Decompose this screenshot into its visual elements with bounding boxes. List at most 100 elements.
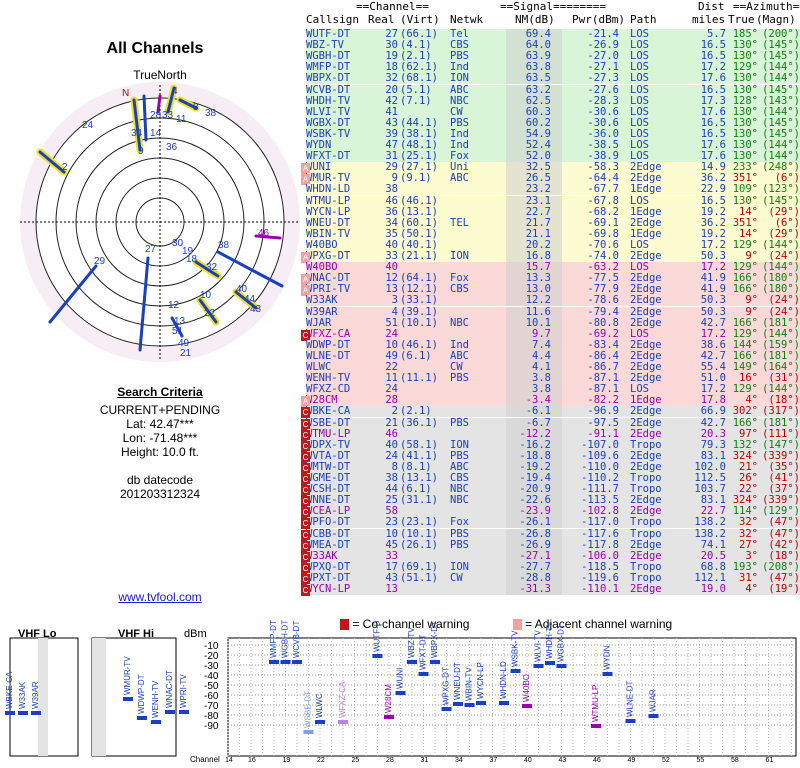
callsign: W33AK <box>306 294 338 307</box>
nm-db: -12.2 <box>519 427 551 440</box>
channel-tick: 14 <box>225 757 233 764</box>
station-label: WMUR-TV <box>123 656 132 695</box>
distance: 66.9 <box>700 405 726 418</box>
virtual-channel: (13.1) <box>400 205 438 218</box>
tvfool-link[interactable]: www.tvfool.com <box>80 590 240 604</box>
power-dbm: -117.0 <box>581 516 619 529</box>
dbm-label: dBm <box>184 628 207 640</box>
path: 2Edge <box>630 583 662 595</box>
table-row: WYCN-LP 36 (13.1) 22.7 -68.2 1Edge 19.2 14° (29°… <box>306 205 800 218</box>
station-label: WFXT-DT <box>419 634 428 670</box>
criteria-line: Height: 10.0 ft. <box>120 445 200 459</box>
station-label: WTMU-LP <box>591 685 600 722</box>
path: LOS <box>630 94 649 107</box>
real-channel: 38 <box>385 183 398 196</box>
channel-tick: 52 <box>662 757 670 764</box>
path: 2Edge <box>630 294 662 307</box>
header-path: Path <box>630 13 657 26</box>
criteria-line <box>40 459 280 473</box>
table-row: W33AK 3 (33.1) 12.2 -78.6 2Edge 50.3 9° (24°) <box>306 294 800 307</box>
azimuth-true: 32° <box>739 516 758 529</box>
azimuth-magn: (145°) <box>762 83 800 96</box>
real-channel: 4 <box>391 305 398 318</box>
distance: 20.3 <box>700 427 726 440</box>
station-label: WNEU-DT <box>453 662 462 700</box>
table-row: W39AR 4 (39.1) 11.6 -79.4 2Edge 50.3 9° (24°) <box>306 305 800 318</box>
polar-plot: N 42428 33 1183834 149 3624627301918382932404… <box>20 82 300 362</box>
channel-tick: 37 <box>490 757 498 764</box>
station-label: WHDN-LD <box>499 661 508 699</box>
polar-channel-label: 2 <box>62 162 68 173</box>
header-magn: (Magn) <box>756 13 796 26</box>
polar-channel-label: 27 <box>145 244 157 255</box>
station-label: WPXG-DT <box>442 667 451 705</box>
azimuth-magn: (19°) <box>768 583 800 595</box>
station-bar <box>499 701 509 705</box>
virtual-channel: (5.1) <box>400 83 432 96</box>
network: NBC <box>450 94 469 107</box>
station-bar <box>338 720 348 724</box>
azimuth-magn: (145°) <box>762 194 800 207</box>
station-bar <box>303 730 314 734</box>
nm-db: 22.7 <box>525 205 551 218</box>
network: PBS <box>450 416 469 429</box>
distance: 16.5 <box>700 194 726 207</box>
distance: 17.6 <box>700 72 726 85</box>
channel-tick: 16 <box>248 757 256 764</box>
header-dist: Dist <box>698 0 725 13</box>
distance: 19.0 <box>700 583 726 595</box>
azimuth-true: 4° <box>745 583 758 595</box>
azimuth-true: 128° <box>732 94 758 107</box>
station-bar <box>407 660 417 664</box>
azimuth-true: 32° <box>739 527 758 540</box>
real-channel: 46 <box>385 194 398 207</box>
real-channel: 32 <box>385 72 398 85</box>
azimuth-magn: (181°) <box>762 316 800 329</box>
virtual-channel: (26.1) <box>400 538 438 551</box>
station-bar <box>510 669 521 673</box>
azimuth-magn: (111°) <box>762 427 800 440</box>
station-label: WSBK-TV <box>511 630 520 667</box>
path: 1Edge <box>630 205 662 218</box>
virtual-channel: (21.1) <box>400 250 438 262</box>
station-label: WUNI <box>396 668 405 689</box>
network: CBS <box>450 283 469 296</box>
header-pwr: Pwr(dBm) <box>572 13 625 26</box>
table-row: WSBE-DT 21 (36.1) PBS -6.7 -97.5 2Edge 42.7 166°… <box>301 416 800 430</box>
network: CW <box>450 571 463 584</box>
table-row: WTMU-LP 46 -12.2 -91.1 2Edge 20.3 97° (111°) C <box>301 427 800 441</box>
network: PBS <box>450 538 469 551</box>
channel-table: ==Channel== ==Signal======== Dist ==Azim… <box>300 0 800 605</box>
table-row: WCBB-DT 10 (10.1) PBS -26.8 -117.6 Tropo 138.2 3… <box>301 527 800 541</box>
path: LOS <box>630 72 649 85</box>
station-label: WMFP-DT <box>269 620 278 658</box>
power-dbm: -117.6 <box>581 527 619 540</box>
polar-channel-label: 38 <box>205 108 217 119</box>
polar-channel-label: 11 <box>176 114 187 125</box>
polar-channel-label: 10 <box>200 290 212 301</box>
channel-tick: 43 <box>559 757 567 764</box>
header-callsign: Callsign <box>306 13 359 26</box>
polar-channel-label: 32 <box>206 262 218 273</box>
polar-channel-label: 51 <box>172 326 184 337</box>
polar-channel-label: 22 <box>204 308 216 319</box>
network: Fox <box>450 516 469 529</box>
criteria-line: CURRENT+PENDING <box>99 403 221 417</box>
power-dbm: -27.3 <box>587 72 619 85</box>
station-bar <box>18 711 28 715</box>
table-row: WBKE-CA 2 (2.1) -6.1 -96.9 2Edge 66.9 302° (317°… <box>301 405 800 419</box>
channel-tick: 19 <box>283 757 291 764</box>
station-bar <box>5 711 15 715</box>
callsign: WBPX-DT <box>306 72 351 85</box>
polar-channel-label: 18 <box>186 254 198 265</box>
path: 2Edge <box>630 405 662 418</box>
station-bar <box>625 719 636 723</box>
power-dbm: -68.2 <box>587 205 619 218</box>
channel-tick: 22 <box>317 757 325 764</box>
path: 2Edge <box>630 427 662 440</box>
virtual-channel: (9.1) <box>400 172 432 185</box>
station-label: W28CM <box>384 684 393 713</box>
distance: 74.1 <box>700 538 726 551</box>
real-channel: 45 <box>385 538 398 551</box>
criteria-line: db datecode <box>126 473 194 487</box>
